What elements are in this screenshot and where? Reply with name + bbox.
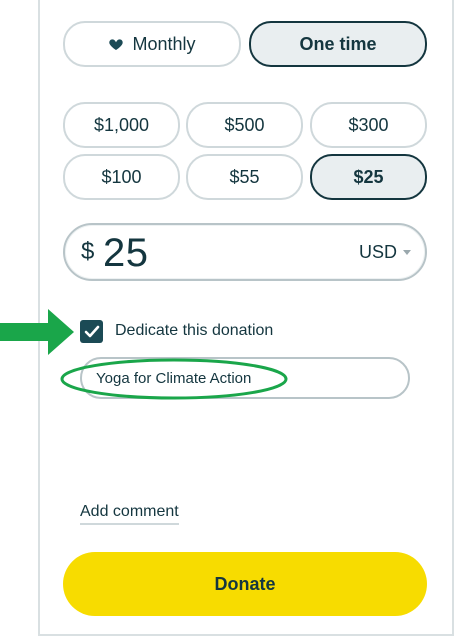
amount-100-label: $100 — [101, 166, 142, 187]
currency-label: USD — [358, 242, 397, 262]
amount-500-label: $500 — [224, 114, 265, 135]
amount-300-label: $300 — [348, 114, 389, 135]
currency-symbol: $ — [81, 238, 95, 265]
checkmark-icon — [84, 325, 99, 337]
monthly-label: Monthly — [132, 33, 196, 54]
heart-icon — [109, 39, 124, 50]
amount-55-label: $55 — [229, 166, 260, 187]
amount-value: 25 — [103, 231, 149, 275]
donate-button[interactable]: Donate — [63, 552, 427, 616]
one-time-button[interactable]: One time — [249, 21, 427, 67]
amount-25-label: $25 — [353, 166, 384, 187]
add-comment-link[interactable]: Add comment — [80, 503, 179, 525]
donation-card — [38, 0, 454, 636]
amount-300-button[interactable]: $300 — [310, 102, 427, 148]
highlight-oval-annotation — [60, 358, 288, 400]
amount-1000-label: $1,000 — [93, 114, 150, 135]
currency-select[interactable]: USD — [359, 242, 411, 263]
one-time-label: One time — [299, 33, 377, 54]
arrow-annotation-icon — [0, 309, 74, 355]
donate-label: Donate — [214, 573, 276, 594]
dedicate-label: Dedicate this donation — [115, 322, 274, 339]
amount-1000-button[interactable]: $1,000 — [63, 102, 180, 148]
amount-25-button[interactable]: $25 — [310, 154, 427, 200]
monthly-button[interactable]: Monthly — [63, 21, 241, 67]
amount-input[interactable]: $ 25 USD — [63, 223, 427, 281]
dedicate-checkbox[interactable] — [80, 320, 103, 343]
amount-55-button[interactable]: $55 — [186, 154, 303, 200]
chevron-down-icon — [403, 250, 411, 255]
amount-500-button[interactable]: $500 — [186, 102, 303, 148]
amount-100-button[interactable]: $100 — [63, 154, 180, 200]
